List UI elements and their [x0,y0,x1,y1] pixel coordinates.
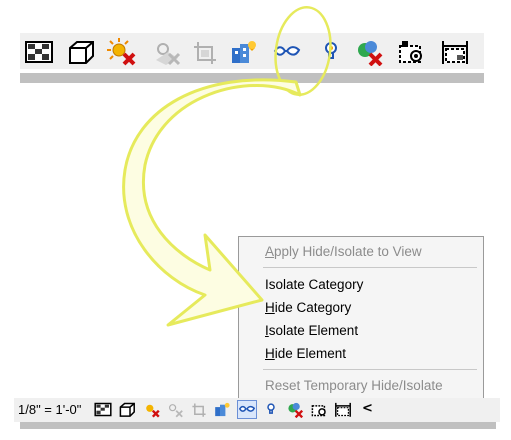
menu-separator [263,267,477,268]
sun-path-off-icon[interactable] [142,401,160,418]
temporary-view-properties-icon[interactable] [334,401,352,418]
lock-3d-view-icon[interactable] [396,38,426,66]
visual-style-icon[interactable] [24,38,54,66]
menu-item-reset-temporary-hide-isolate: Reset Temporary Hide/Isolate [265,378,443,393]
analysis-off-icon[interactable] [354,38,384,66]
menu-item-isolate-element[interactable]: Isolate Element [265,323,358,338]
menu-item-isolate-category[interactable]: Isolate Category [265,277,363,292]
expand-view-controls-button[interactable]: < [362,401,373,416]
temporary-hide-isolate-icon[interactable] [237,400,257,419]
temporary-hide-isolate-icon[interactable] [272,38,302,66]
crop-region-icon[interactable] [190,401,208,418]
enlarged-view-control-toolbar [20,33,484,83]
temporary-view-properties-icon[interactable] [440,38,470,66]
render-icon[interactable] [214,401,232,418]
view-bar-shadow [20,422,496,429]
render-icon[interactable] [230,38,260,66]
toolbar-shadow [20,73,484,83]
reveal-hidden-elements-icon[interactable] [316,38,346,66]
visual-style-icon[interactable] [94,401,112,418]
hide-isolate-context-menu: Apply Hide/Isolate to View Isolate Categ… [238,236,484,400]
reveal-hidden-elements-icon[interactable] [262,401,280,418]
3d-view-icon[interactable] [118,401,136,418]
menu-item-hide-element[interactable]: Hide Element [265,346,346,361]
sun-path-off-icon[interactable] [106,38,136,66]
shadows-off-icon[interactable] [166,401,184,418]
analysis-off-icon[interactable] [286,401,304,418]
view-scale[interactable]: 1/8" = 1'-0" [18,402,81,417]
menu-item-hide-category[interactable]: Hide Category [265,300,351,315]
menu-item-apply-hide-isolate-to-view: Apply Hide/Isolate to View [265,244,422,259]
3d-view-icon[interactable] [66,38,96,66]
shadows-off-icon[interactable] [152,38,182,66]
menu-separator [263,369,477,370]
lock-3d-view-icon[interactable] [310,401,328,418]
crop-region-icon[interactable] [190,38,220,66]
view-control-bar: 1/8" = 1'-0" < [14,398,500,429]
